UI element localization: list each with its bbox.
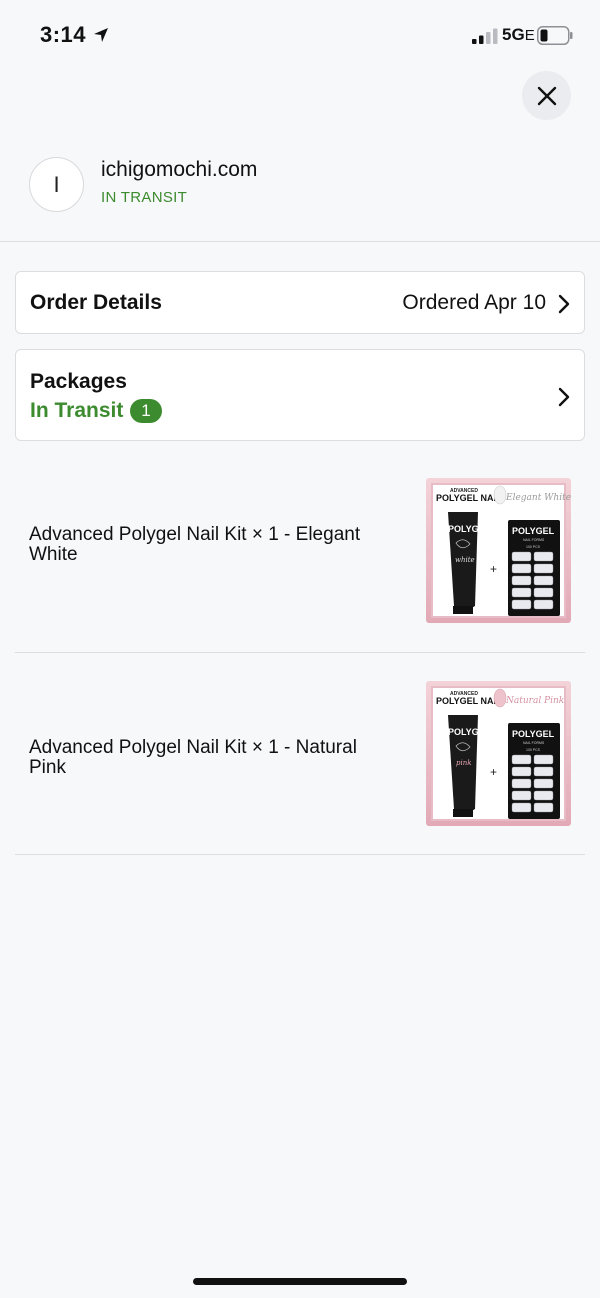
chevron-right-icon xyxy=(558,387,570,407)
thumb-box-label: POLYGEL xyxy=(512,729,555,739)
thumb-plus: + xyxy=(490,765,497,779)
thumb-variant-script: Elegant White xyxy=(505,493,571,503)
thumb-box-label: POLYGEL xyxy=(512,526,555,536)
item-title: Advanced Polygel Nail Kit × 1 - Natural … xyxy=(29,737,357,778)
thumb-variant-script: Natural Pink xyxy=(505,696,564,706)
close-icon xyxy=(537,86,556,105)
thumb-box-count: 100 PCS xyxy=(526,748,541,752)
signal-bars-icon xyxy=(472,28,498,44)
packages-row[interactable]: Packages In Transit 1 xyxy=(15,349,585,441)
list-item[interactable]: Advanced Polygel Nail Kit × 1 - Natural … xyxy=(15,653,585,855)
merchant-status: IN TRANSIT xyxy=(101,189,188,206)
thumb-brand-main: POLYGEL NAIL xyxy=(436,493,502,503)
merchant-name: ichigomochi.com xyxy=(101,158,258,181)
network-type: 5GE xyxy=(502,25,535,44)
merchant-initial: I xyxy=(53,171,60,197)
home-indicator[interactable] xyxy=(193,1278,407,1285)
order-details-row[interactable]: Order Details Ordered Apr 10 xyxy=(15,271,585,334)
thumb-box-sub: NAIL FORMS xyxy=(523,741,545,745)
product-thumbnail: ADVANCED POLYGEL NAIL Natural Pink POLYG… xyxy=(426,681,571,826)
thumb-tube-label: POLYGEL xyxy=(448,727,491,737)
thumb-brand-main: POLYGEL NAIL xyxy=(436,696,502,706)
thumb-box-count: 100 PCS xyxy=(526,545,541,549)
thumb-box-sub: NAIL FORMS xyxy=(523,538,545,542)
location-arrow-icon xyxy=(94,28,108,42)
close-button[interactable] xyxy=(522,71,571,120)
thumb-plus: + xyxy=(490,562,497,576)
merchant-avatar: I xyxy=(29,157,84,212)
thumb-tube-label: POLYGEL xyxy=(448,524,491,534)
battery-icon xyxy=(537,26,573,45)
thumb-tube-script: white xyxy=(455,556,475,564)
chevron-right-icon xyxy=(558,294,570,314)
order-details-label: Order Details xyxy=(30,291,162,314)
package-count-badge: 1 xyxy=(130,399,162,423)
order-date: Ordered Apr 10 xyxy=(402,291,546,314)
item-title: Advanced Polygel Nail Kit × 1 - Elegant … xyxy=(29,524,361,565)
packages-status: In Transit xyxy=(30,399,124,422)
thumb-tube-script: pink xyxy=(456,759,471,767)
status-time: 3:14 xyxy=(40,22,87,47)
packages-label: Packages xyxy=(30,370,127,393)
status-bar: 3:14 5GE xyxy=(0,0,600,70)
product-thumbnail: ADVANCED POLYGEL NAIL Elegant White POLY… xyxy=(426,478,571,623)
header-divider xyxy=(0,241,600,242)
list-item[interactable]: Advanced Polygel Nail Kit × 1 - Elegant … xyxy=(15,451,585,653)
